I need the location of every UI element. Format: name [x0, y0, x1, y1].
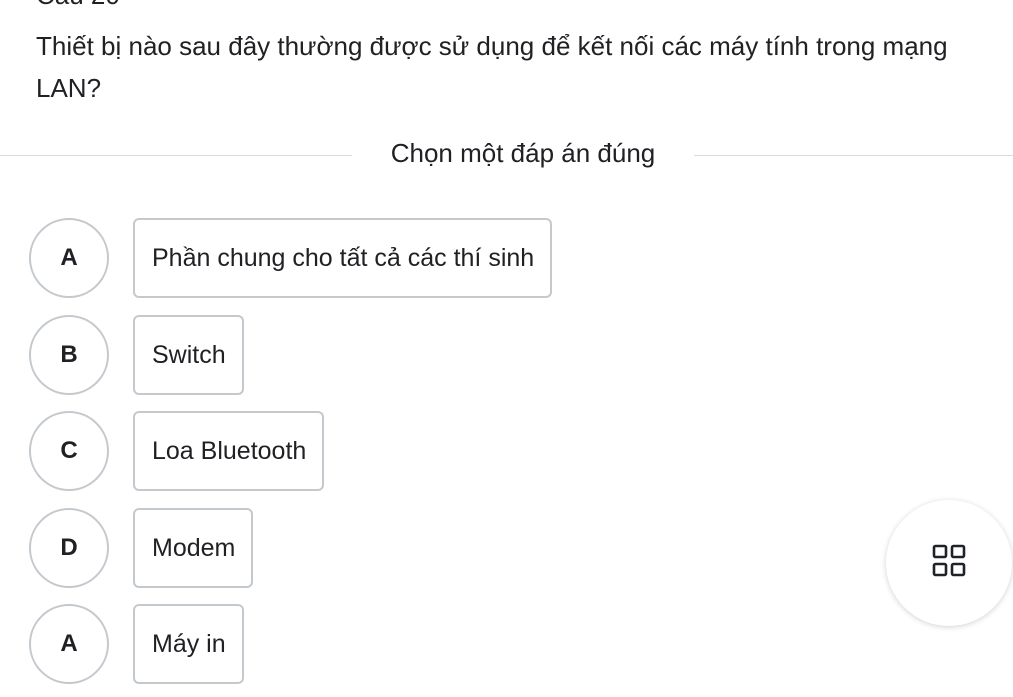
option-letter[interactable]: C: [29, 411, 109, 491]
option-letter[interactable]: B: [29, 315, 109, 395]
question-number: Câu 20: [36, 0, 120, 11]
option-letter[interactable]: A: [29, 604, 109, 684]
question-text: Thiết bị nào sau đây thường được sử dụng…: [36, 31, 948, 103]
option-letter[interactable]: D: [29, 508, 109, 588]
choose-one-label: Chọn một đáp án đúng: [390, 138, 656, 168]
option-answer[interactable]: Loa Bluetooth: [133, 411, 325, 491]
option-answer[interactable]: Máy in: [133, 604, 244, 684]
grid-icon: [932, 544, 966, 583]
divider-left: [0, 155, 352, 156]
option-answer[interactable]: Switch: [133, 315, 244, 395]
quiz-page: Câu 20 Thiết bị nào sau đây thường được …: [0, 0, 1013, 697]
question-grid-button[interactable]: [886, 500, 1012, 626]
option-answer[interactable]: Modem: [133, 508, 254, 588]
option-letter[interactable]: A: [29, 218, 109, 298]
divider-right: [694, 155, 1013, 156]
option-answer[interactable]: Phần chung cho tất cả các thí sinh: [133, 218, 553, 298]
